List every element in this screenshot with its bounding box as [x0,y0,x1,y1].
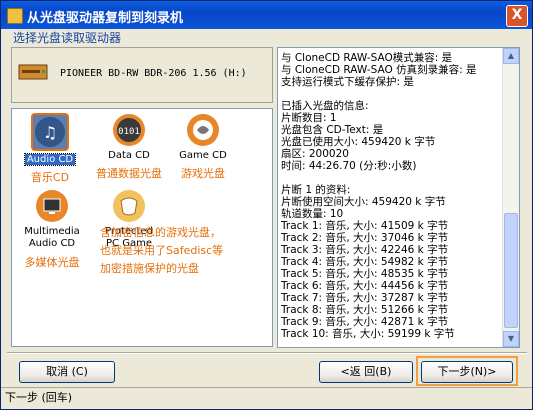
info-line: 轨道数量: 10 [281,208,344,220]
info-line: Track 1: 音乐, 大小: 41509 k 字节 [281,220,449,232]
info-line: 与 CloneCD RAW-SAO 仿真刻录兼容: 是 [281,64,477,76]
disc-type-label: Multimedia Audio CD [24,226,80,249]
disc-type-label: Game CD [179,150,227,161]
close-button[interactable]: X [506,5,528,27]
divider [7,352,527,354]
disc-type-cn-label: 音乐CD [30,171,70,184]
binary-data-icon: 0101 [112,113,146,147]
info-line: 片断数目: 1 [281,112,337,124]
scroll-thumb[interactable] [504,213,518,328]
title-bar: 从光盘驱动器复制到刻录机 X [1,1,532,29]
info-line: Track 6: 音乐, 大小: 44456 k 字节 [281,280,449,292]
disc-type-game-cd[interactable]: Game CD 游戏光盘 [170,113,236,181]
info-line: Track 10: 音乐, 大小: 59199 k 字节 [281,328,455,340]
info-line: Track 8: 音乐, 大小: 51266 k 字节 [281,304,449,316]
info-line: 与 CloneCD RAW-SAO模式兼容: 是 [281,52,453,64]
optical-drive-icon [18,64,48,80]
drive-label: PIONEER BD-RW BDR-206 1.56 (H:) [60,68,247,79]
drive-selector[interactable]: PIONEER BD-RW BDR-206 1.56 (H:) [11,47,273,103]
cancel-button[interactable]: 取消 (C) [19,361,115,383]
disc-type-label: Audio CD [23,153,77,166]
disc-type-cn-label: 游戏光盘 [181,167,225,180]
scroll-down-arrow-icon[interactable]: ▼ [503,331,519,347]
disc-info-text: 与 CloneCD RAW-SAO模式兼容: 是与 CloneCD RAW-SA… [281,52,476,340]
info-line: 扇区: 200020 [281,148,349,160]
monitor-icon [35,189,69,223]
app-icon [7,8,23,24]
disc-type-cn-label: 多媒体光盘 [24,256,80,269]
info-line: Track 5: 音乐, 大小: 48535 k 字节 [281,268,449,280]
next-button[interactable]: 下一步(N)> [421,361,513,383]
info-line [281,172,476,184]
protected-game-icon [112,189,146,223]
disc-type-list: ♫ Audio CD 音乐CD 0101 Data CD 普通数据光盘 Game… [11,108,273,347]
info-line: Track 3: 音乐, 大小: 42246 k 字节 [281,244,449,256]
disc-type-audio-cd[interactable]: ♫ Audio CD 音乐CD [18,113,82,185]
info-line: Track 2: 音乐, 大小: 37046 k 字节 [281,232,449,244]
disc-type-multimedia-cd[interactable]: Multimedia Audio CD 多媒体光盘 [16,189,88,270]
info-line: 支持运行模式下缓存保护: 是 [281,76,414,88]
info-line: 光盘已使用大小: 459420 k 字节 [281,136,436,148]
info-line: 片断 1 的资料: [281,184,351,196]
note-line: 也就是采用了Safedisc等 [100,244,224,257]
info-line: 时间: 44:26.70 (分:秒:小数) [281,160,417,172]
info-line: 片断使用空间大小: 459420 k 字节 [281,196,446,208]
info-line: Track 4: 音乐, 大小: 54982 k 字节 [281,256,449,268]
info-line: Track 7: 音乐, 大小: 37287 k 字节 [281,292,449,304]
game-disc-icon [186,113,220,147]
window-title: 从光盘驱动器复制到刻录机 [27,11,184,26]
section-subtitle: 选择光盘读取驱动器 [13,31,122,45]
dialog-window: 从光盘驱动器复制到刻录机 X 选择光盘读取驱动器 PIONEER BD-RW B… [0,0,533,410]
note-line: 含加密信息的游戏光盘， [100,226,221,239]
back-button[interactable]: <返 回(B) [319,361,413,383]
svg-text:0101: 0101 [118,127,140,137]
info-line: Track 9: 音乐, 大小: 42871 k 字节 [281,316,449,328]
info-line [281,88,476,100]
status-bar: 下一步 (回车) [1,387,532,409]
music-note-icon: ♫ [31,113,69,151]
info-scrollbar[interactable]: ▲ ▼ [502,48,519,347]
info-line: 已插入光盘的信息: [281,100,369,112]
protected-disc-note: 含加密信息的游戏光盘， 也就是采用了Safedisc等 加密措施保护的光盘 [100,224,223,278]
note-line: 加密措施保护的光盘 [100,262,199,275]
scroll-up-arrow-icon[interactable]: ▲ [503,48,519,64]
disc-type-data-cd[interactable]: 0101 Data CD 普通数据光盘 [92,113,166,181]
svg-text:♫: ♫ [43,123,57,142]
disc-type-label: Data CD [108,150,150,161]
info-line: 光盘包含 CD-Text: 是 [281,124,384,136]
disc-info-panel[interactable]: 与 CloneCD RAW-SAO模式兼容: 是与 CloneCD RAW-SA… [277,47,520,348]
disc-type-cn-label: 普通数据光盘 [96,167,162,180]
